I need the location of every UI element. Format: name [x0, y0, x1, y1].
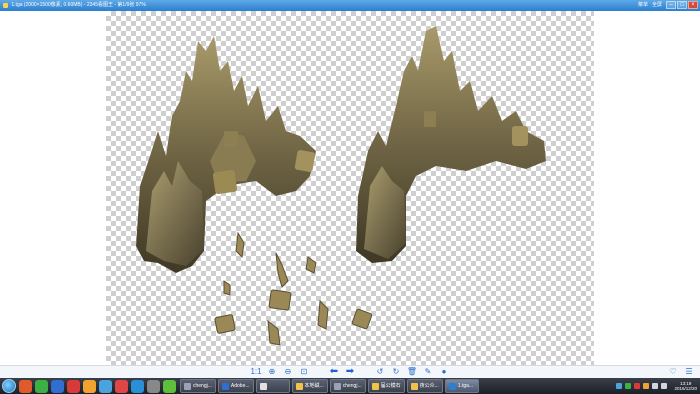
tray-icon[interactable] [616, 383, 623, 389]
more-icon[interactable]: ● [439, 367, 449, 377]
quick-launch-icon[interactable] [163, 379, 176, 393]
taskbar-button-label: 本地磁... [304, 383, 324, 389]
quick-launch-icon[interactable] [99, 379, 112, 393]
taskbar-button-label: Adobe... [230, 383, 250, 389]
quick-launch-icon[interactable] [115, 379, 128, 393]
rotate-left-icon[interactable]: ↺ [375, 367, 385, 377]
taskbar-button-label: chengj... [193, 383, 212, 389]
rotate-right-icon[interactable]: ↻ [391, 367, 401, 377]
app-icon [410, 382, 418, 390]
close-button[interactable]: × [688, 1, 698, 9]
next-arrow-icon[interactable]: ➡ [345, 367, 355, 377]
taskbar-button[interactable]: 1.tga... [444, 379, 479, 393]
actual-size-icon[interactable]: 1:1 [250, 367, 261, 377]
app-icon [295, 382, 303, 390]
app-icon [3, 3, 8, 8]
taskbar-button[interactable]: 本地磁... [291, 379, 328, 393]
menu-link[interactable]: 菜单 [638, 1, 648, 10]
minimize-button[interactable]: – [666, 1, 676, 9]
heart-icon[interactable]: ♡ [668, 367, 678, 377]
zoom-in-icon[interactable]: ⊕ [267, 367, 277, 377]
zoom-out-icon[interactable]: ⊖ [283, 367, 293, 377]
delete-icon[interactable]: 🗑 [407, 367, 417, 377]
rock-formation-image [136, 26, 546, 346]
app-icon [259, 382, 267, 390]
network-icon[interactable] [661, 383, 668, 389]
app-icon [448, 382, 456, 390]
fit-window-icon[interactable]: ⊡ [299, 367, 309, 377]
title-bar: 1.tga (2000×1500像素, 0.60MB) - 2345看图王 - … [0, 0, 700, 11]
start-button[interactable] [2, 379, 16, 393]
clock-date: 2016/12/20 [674, 386, 697, 391]
taskbar-button[interactable] [255, 379, 290, 393]
app-icon [333, 382, 341, 390]
taskbar-button[interactable]: 届公模石 [367, 379, 405, 393]
app-icon [184, 382, 191, 390]
windows-taskbar: chengj... Adobe... 本地磁... chengj... 届公模石 夜公众.… [0, 378, 700, 394]
quick-launch-icon[interactable] [51, 379, 64, 393]
rock-fragments [214, 231, 373, 346]
system-tray [612, 378, 671, 394]
tray-icon[interactable] [625, 383, 632, 389]
viewer-toolbar: 1:1 ⊕ ⊖ ⊡ ⬅ ➡ ↺ ↻ 🗑 ✎ ● ♡ ☰ [0, 365, 700, 378]
left-rock-cluster [136, 36, 316, 273]
fullscreen-link[interactable]: 全屏 [652, 1, 662, 10]
taskbar-button[interactable]: Adobe... [217, 379, 254, 393]
taskbar-button[interactable]: chengj... [329, 379, 366, 393]
app-icon [371, 382, 379, 390]
edit-icon[interactable]: ✎ [423, 367, 433, 377]
transparency-canvas[interactable] [106, 11, 594, 365]
taskbar-button-label: 夜公众... [419, 383, 439, 389]
tray-icon[interactable] [634, 383, 641, 389]
quick-launch-icon[interactable] [35, 379, 48, 393]
quick-launch-icon[interactable] [19, 379, 32, 393]
right-rock-cluster [356, 26, 546, 263]
taskbar-button[interactable]: 夜公众... [406, 379, 443, 393]
image-viewer-window: 1.tga (2000×1500像素, 0.60MB) - 2345看图王 - … [0, 0, 700, 394]
prev-arrow-icon[interactable]: ⬅ [329, 367, 339, 377]
quick-launch [19, 379, 176, 393]
taskbar-button-label: 1.tga... [457, 383, 474, 389]
quick-launch-icon[interactable] [131, 379, 144, 393]
taskbar-button[interactable]: chengj... [180, 379, 216, 393]
app-icon [221, 382, 229, 390]
task-list: chengj... Adobe... 本地磁... chengj... 届公模石 夜公众.… [180, 379, 612, 393]
tray-icon[interactable] [643, 383, 650, 389]
menu-icon[interactable]: ☰ [684, 367, 694, 377]
image-viewport[interactable] [0, 11, 700, 365]
window-title: 1.tga (2000×1500像素, 0.60MB) - 2345看图王 - … [11, 2, 146, 8]
maximize-button[interactable]: □ [677, 1, 687, 9]
volume-icon[interactable] [652, 383, 659, 389]
taskbar-button-label: 届公模石 [380, 383, 401, 389]
quick-launch-icon[interactable] [83, 379, 96, 393]
quick-launch-icon[interactable] [67, 379, 80, 393]
clock[interactable]: 13:19 2016/12/20 [671, 381, 700, 391]
taskbar-button-label: chengj... [342, 383, 362, 389]
title-controls: 菜单 全屏 – □ × [638, 1, 698, 10]
quick-launch-icon[interactable] [147, 379, 160, 393]
